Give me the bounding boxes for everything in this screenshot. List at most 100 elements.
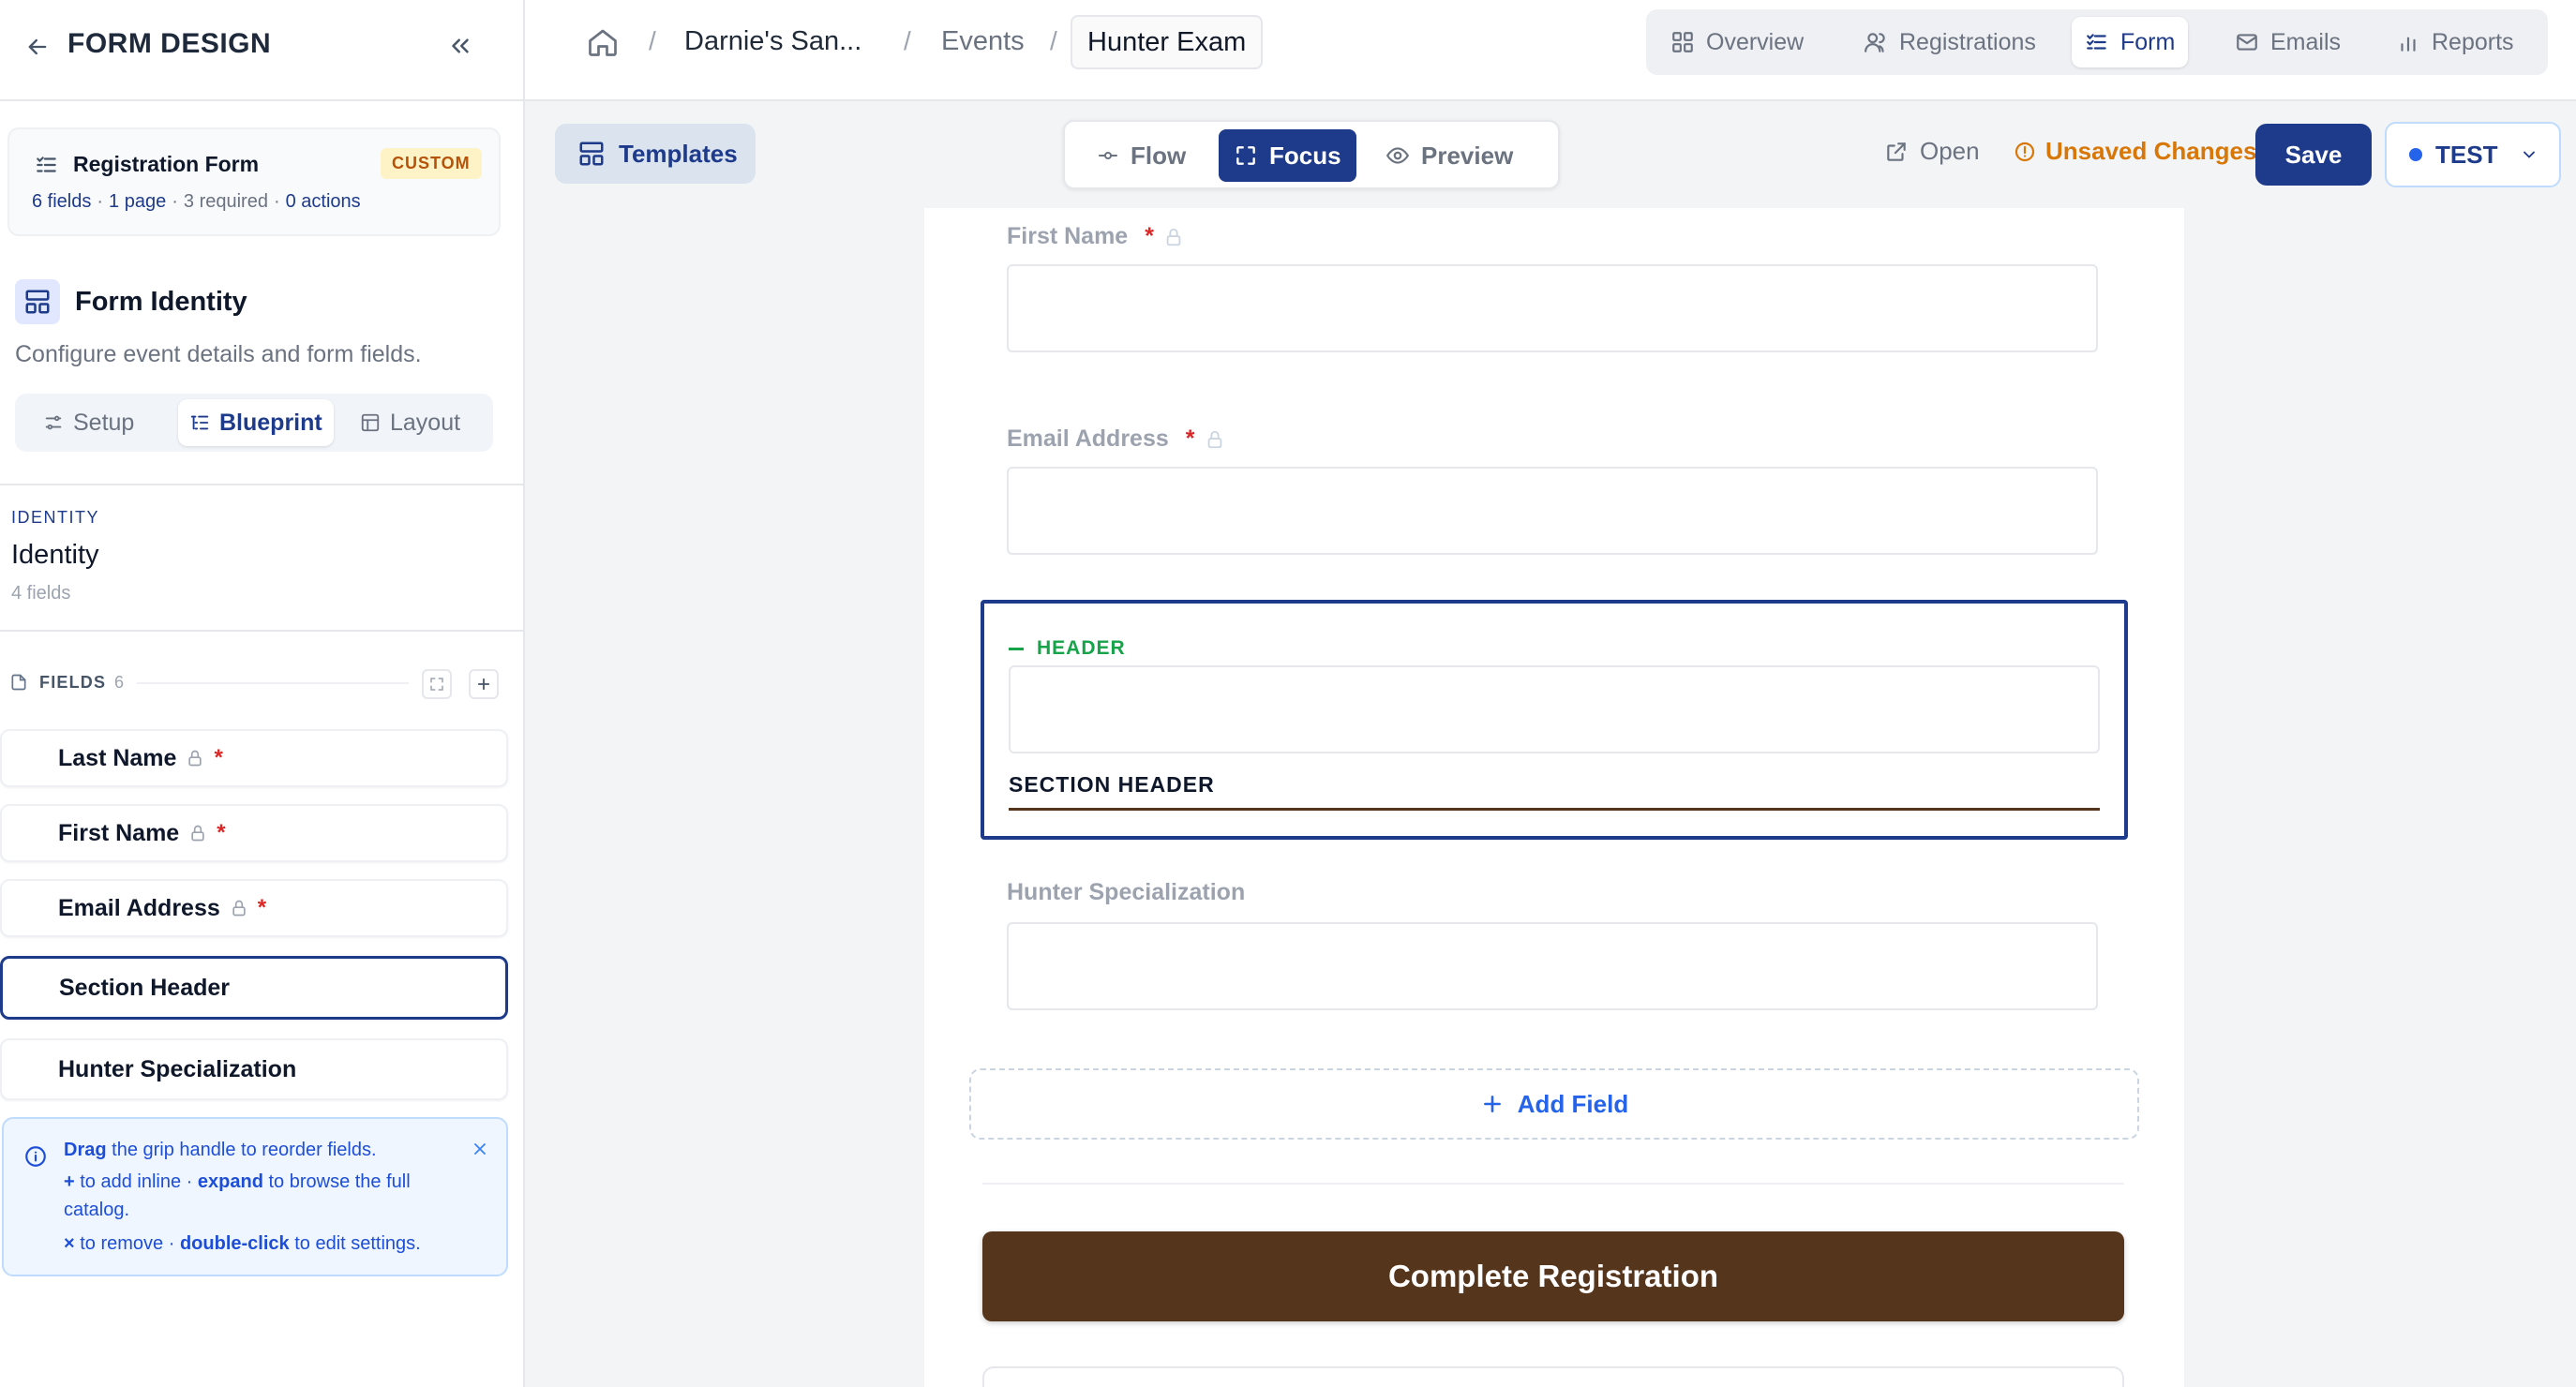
open-label: Open	[1920, 137, 1980, 165]
mode-label: Preview	[1421, 141, 1514, 170]
field-label: Hunter Specialization	[1007, 879, 1246, 905]
breadcrumb-organization[interactable]: Darnie's San...	[684, 26, 861, 57]
view-mode-switcher: Flow Focus Preview	[1063, 120, 1560, 189]
tip-line-3: catalog.	[64, 1200, 130, 1220]
templates-button[interactable]: Templates	[555, 124, 756, 184]
unsaved-changes-indicator: Unsaved Changes	[2014, 137, 2256, 166]
field-item-hunter-specialization[interactable]: Hunter Specialization	[0, 1038, 508, 1100]
complete-registration-button[interactable]: Complete Registration	[982, 1231, 2124, 1321]
expand-catalog-icon[interactable]	[422, 669, 452, 699]
divider	[0, 484, 523, 485]
field-item-last-name[interactable]: Last Name *	[0, 729, 508, 787]
lock-icon	[188, 824, 207, 843]
divider	[137, 682, 409, 684]
tab-overview[interactable]: Overview	[1657, 17, 1817, 67]
sliders-icon	[43, 412, 64, 433]
breadcrumb-current-event[interactable]: Hunter Exam	[1071, 15, 1264, 69]
env-status-dot	[2409, 148, 2422, 161]
tip-line-1: Drag the grip handle to reorder fields.	[64, 1140, 377, 1161]
segment-layout[interactable]: Layout	[349, 399, 472, 446]
add-field-icon[interactable]	[469, 669, 499, 699]
hunter-specialization-input[interactable]	[1007, 922, 2098, 1010]
users-icon	[1864, 30, 1888, 54]
section-header-block-selected[interactable]: HEADER SECTION HEADER	[981, 600, 2128, 840]
required-mark: *	[257, 895, 267, 920]
header-dash-icon	[1009, 647, 1024, 650]
tip-drag: Drag	[64, 1140, 107, 1160]
field-item-label: Section Header	[59, 974, 231, 1001]
segment-blueprint[interactable]: Blueprint	[178, 399, 334, 446]
fields-file-icon	[7, 671, 30, 694]
form-list-icon	[34, 152, 60, 178]
field-item-email-address[interactable]: Email Address *	[0, 879, 508, 937]
tab-reports[interactable]: Reports	[2383, 17, 2527, 67]
env-label: TEST	[2435, 140, 2498, 169]
tip-line-4: × to remove · double-click to edit setti…	[64, 1233, 421, 1255]
first-name-label: First Name *	[1007, 223, 1184, 250]
tip-times: ×	[64, 1233, 75, 1254]
breadcrumb-events[interactable]: Events	[941, 26, 1025, 57]
segment-label: Layout	[390, 409, 461, 436]
chevron-down-icon	[2520, 145, 2539, 164]
identity-kicker: IDENTITY	[11, 508, 100, 527]
collapse-sidebar-icon[interactable]	[441, 26, 480, 66]
tip-expand: expand	[197, 1171, 263, 1192]
breadcrumb-separator: /	[649, 26, 656, 55]
back-arrow-icon[interactable]	[21, 30, 54, 64]
tab-registrations[interactable]: Registrations	[1850, 17, 2049, 67]
tip-text: the grip handle to reorder fields.	[106, 1140, 377, 1160]
close-tip-icon[interactable]	[467, 1136, 493, 1162]
tab-label: Form	[2120, 28, 2176, 55]
mode-focus[interactable]: Focus	[1219, 129, 1356, 182]
home-icon[interactable]	[583, 22, 622, 62]
fields-label: FIELDS	[39, 673, 107, 692]
tip-double-click: double-click	[179, 1233, 290, 1254]
section-header-input[interactable]	[1009, 665, 2100, 753]
field-item-first-name[interactable]: First Name *	[0, 804, 508, 862]
field-item-section-header[interactable]: Section Header	[0, 956, 508, 1020]
warning-circle-icon	[2014, 141, 2036, 163]
first-name-input[interactable]	[1007, 264, 2098, 352]
layout-icon	[360, 412, 381, 433]
lock-icon	[1163, 227, 1184, 247]
section-header-text: SECTION HEADER	[1009, 772, 1215, 797]
tab-label: Reports	[2432, 28, 2514, 55]
stat-actions: 0 actions	[285, 191, 361, 212]
open-button[interactable]: Open	[1884, 137, 1980, 166]
sidebar-title: FORM DESIGN	[67, 28, 272, 59]
mode-flow[interactable]: Flow	[1082, 129, 1201, 182]
email-address-label: Email Address *	[1007, 425, 1225, 453]
field-item-label: Hunter Specialization	[58, 1055, 297, 1082]
identity-field-count: 4 fields	[11, 583, 71, 604]
tab-emails[interactable]: Emails	[2222, 17, 2354, 67]
sidebar: FORM DESIGN Registration Form CUSTOM 6 f…	[0, 0, 525, 1387]
environment-dropdown[interactable]: TEST	[2385, 122, 2561, 187]
tip-text: to remove ·	[74, 1233, 180, 1254]
divider	[0, 630, 523, 632]
add-field-button[interactable]: Add Field	[969, 1068, 2139, 1140]
registration-form-card[interactable]: Registration Form CUSTOM 6 fields · 1 pa…	[7, 127, 501, 236]
email-address-input[interactable]	[1007, 467, 2098, 555]
fields-count: 6	[114, 673, 125, 692]
section-tabs: Overview Registrations Form Emails Repor…	[1646, 9, 2548, 75]
tab-label: Registrations	[1899, 28, 2036, 55]
divider	[982, 1183, 2124, 1185]
form-identity-icon	[15, 279, 60, 324]
section-header-rule	[1009, 808, 2100, 811]
segment-setup[interactable]: Setup	[32, 399, 145, 446]
header-kicker-label: HEADER	[1037, 637, 1126, 659]
plus-icon	[1480, 1092, 1505, 1116]
required-mark: *	[1185, 425, 1195, 452]
form-identity-description: Configure event details and form fields.	[15, 341, 422, 367]
mode-preview[interactable]: Preview	[1370, 129, 1528, 182]
stat-fields: 6 fields	[32, 191, 92, 212]
next-block-card	[982, 1366, 2124, 1387]
breadcrumb-separator: /	[904, 26, 911, 55]
segment-label: Setup	[73, 409, 135, 436]
save-button[interactable]: Save	[2255, 124, 2372, 186]
field-label: Email Address	[1007, 425, 1169, 452]
tip-text: to add inline ·	[74, 1171, 198, 1192]
field-item-label: Email Address	[58, 894, 220, 921]
tab-form[interactable]: Form	[2072, 17, 2189, 67]
sidebar-header: FORM DESIGN	[0, 0, 523, 101]
